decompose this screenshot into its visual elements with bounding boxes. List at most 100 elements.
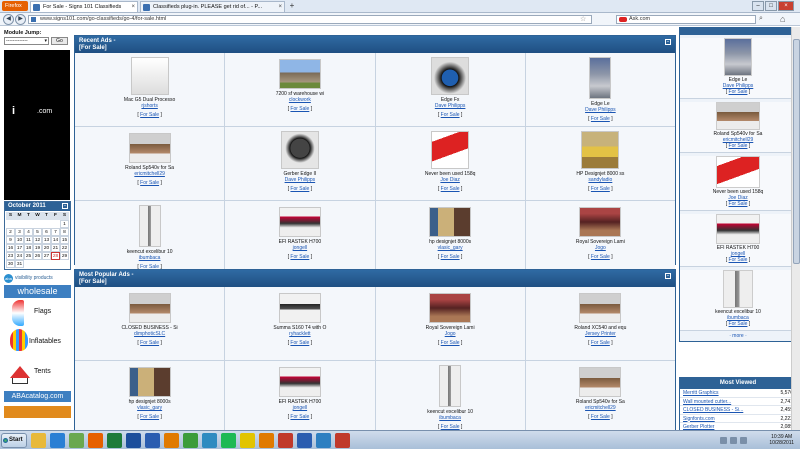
collapse-icon[interactable]: −: [665, 39, 671, 45]
ad-category-link[interactable]: For Sale: [591, 116, 610, 122]
ad-user-link[interactable]: ibumbaca: [75, 255, 224, 261]
ad-thumbnail[interactable]: [278, 367, 321, 397]
photoshop-icon[interactable]: [126, 433, 141, 448]
collapse-icon[interactable]: −: [665, 273, 671, 279]
tray-icon[interactable]: [720, 437, 727, 444]
bookmark-star-icon[interactable]: ☆: [580, 15, 586, 23]
calendar-day[interactable]: 5: [33, 228, 42, 236]
ad-category-link[interactable]: For Sale: [441, 186, 460, 192]
ad-thumbnail[interactable]: [716, 214, 760, 244]
ad-user-link[interactable]: clockwork: [225, 97, 374, 103]
acrobat-icon[interactable]: [335, 433, 350, 448]
calendar-day[interactable]: 28: [51, 252, 60, 260]
illustrator2-icon[interactable]: [259, 433, 274, 448]
most-viewed-link[interactable]: Wall mounted cutter...: [683, 398, 731, 406]
network-icon[interactable]: [316, 433, 331, 448]
ad-category-link[interactable]: For Sale: [290, 340, 309, 346]
collapse-icon[interactable]: −: [62, 203, 68, 209]
calendar-day[interactable]: 26: [33, 252, 42, 260]
ad-category-link[interactable]: For Sale: [441, 112, 460, 118]
calendar-day[interactable]: 10: [15, 236, 24, 244]
search-engine-icon[interactable]: [619, 17, 627, 22]
ad-thumbnail[interactable]: [579, 367, 622, 397]
ad-category-link[interactable]: For Sale: [290, 414, 309, 420]
more-link[interactable]: · more ·: [680, 331, 796, 341]
ad-category-link[interactable]: For Sale: [729, 89, 748, 95]
ad-thumbnail[interactable]: [431, 131, 470, 169]
maximize-button[interactable]: □: [765, 1, 777, 11]
ad-thumbnail[interactable]: [128, 367, 171, 397]
ad-user-link[interactable]: vlasic_gary: [75, 405, 224, 411]
ad-thumbnail[interactable]: [439, 365, 462, 407]
calendar-day[interactable]: 16: [6, 244, 15, 252]
tools-icon[interactable]: [202, 433, 217, 448]
ad-category-link[interactable]: For Sale: [290, 186, 309, 192]
excel-icon[interactable]: [107, 433, 122, 448]
ad-category-link[interactable]: For Sale: [729, 321, 748, 327]
most-viewed-link[interactable]: Signfonts.com: [683, 415, 715, 423]
ad-thumbnail[interactable]: [723, 270, 753, 308]
ad-thumbnail[interactable]: [138, 205, 161, 247]
sync-icon[interactable]: [240, 433, 255, 448]
ad-category-link[interactable]: For Sale: [729, 257, 748, 263]
ad-category-link[interactable]: For Sale: [290, 254, 309, 260]
chrome-icon[interactable]: [183, 433, 198, 448]
calendar-day[interactable]: 7: [51, 228, 60, 236]
banner-ad[interactable]: i .com: [4, 50, 70, 200]
ad-category-link[interactable]: For Sale: [591, 254, 610, 260]
ad-thumbnail[interactable]: [278, 293, 321, 323]
notepad-icon[interactable]: [69, 433, 84, 448]
ad-thumbnail[interactable]: [280, 131, 319, 169]
calendar-day[interactable]: 13: [42, 236, 51, 244]
volume-icon[interactable]: [740, 437, 747, 444]
ad-category-link[interactable]: For Sale: [591, 414, 610, 420]
new-tab-plus-icon[interactable]: +: [287, 1, 297, 12]
go-button[interactable]: Go: [51, 37, 68, 45]
calendar-day[interactable]: 6: [42, 228, 51, 236]
firefox-icon[interactable]: [88, 433, 103, 448]
ad-thumbnail[interactable]: [589, 57, 612, 99]
calendar-day[interactable]: 17: [15, 244, 24, 252]
ad-user-link[interactable]: ericmitchell29: [526, 405, 675, 411]
ad-category-link[interactable]: For Sale: [729, 143, 748, 149]
ad-thumbnail[interactable]: [581, 131, 620, 169]
calendar-day[interactable]: 30: [6, 260, 15, 268]
ad-user-link[interactable]: ryhacklett: [225, 331, 374, 337]
ad-user-link[interactable]: Joe Diaz: [376, 177, 525, 183]
ie-icon[interactable]: [50, 433, 65, 448]
ad-catalog-link[interactable]: ABAcatalog.com: [4, 391, 71, 402]
spotify-icon[interactable]: [221, 433, 236, 448]
ad-category-link[interactable]: For Sale: [140, 340, 159, 346]
calendar-day[interactable]: 12: [33, 236, 42, 244]
module-jump-select[interactable]: ------------- ▾: [4, 37, 49, 45]
ad-user-link[interactable]: rjshorts: [75, 103, 224, 109]
back-arrow-icon[interactable]: ◀: [3, 14, 14, 25]
more-label[interactable]: more: [732, 333, 743, 339]
vertical-scrollbar[interactable]: [791, 27, 800, 430]
ad-user-link[interactable]: Jogo: [526, 245, 675, 251]
ad-thumbnail[interactable]: [579, 207, 622, 237]
visibility-products-ad[interactable]: aba visibility products wholesale Flags …: [4, 273, 71, 430]
tab-for-sale[interactable]: For Sale - Signs 101 Classifieds ×: [30, 1, 138, 12]
ad-category-link[interactable]: For Sale: [591, 340, 610, 346]
word-icon[interactable]: [297, 433, 312, 448]
ad-thumbnail[interactable]: [130, 57, 169, 95]
calendar-day[interactable]: 20: [42, 244, 51, 252]
ad-user-link[interactable]: jongell: [225, 245, 374, 251]
calendar-day[interactable]: 14: [51, 236, 60, 244]
ad-user-link[interactable]: dimphoticSLC: [75, 331, 224, 337]
most-viewed-link[interactable]: Gerber Plotter: [683, 423, 714, 430]
calendar-day[interactable]: 8: [60, 228, 69, 236]
most-viewed-link[interactable]: CLOSED BUSINESS - Si...: [683, 406, 743, 414]
calendar-day[interactable]: 9: [6, 236, 15, 244]
calendar-day[interactable]: 15: [60, 236, 69, 244]
ad-user-link[interactable]: Dave Philipps: [526, 107, 675, 113]
calendar-day[interactable]: 24: [15, 252, 24, 260]
calendar-day[interactable]: 23: [6, 252, 15, 260]
ad-user-link[interactable]: Dave Philipps: [225, 177, 374, 183]
ad-thumbnail[interactable]: [278, 59, 321, 89]
ad-thumbnail[interactable]: [128, 133, 171, 163]
url-bar[interactable]: www.signs101.com/go-classifieds/go-4/for…: [28, 15, 592, 24]
ad-category-link[interactable]: For Sale: [290, 106, 309, 112]
ad-user-link[interactable]: Jersey Printer: [526, 331, 675, 337]
